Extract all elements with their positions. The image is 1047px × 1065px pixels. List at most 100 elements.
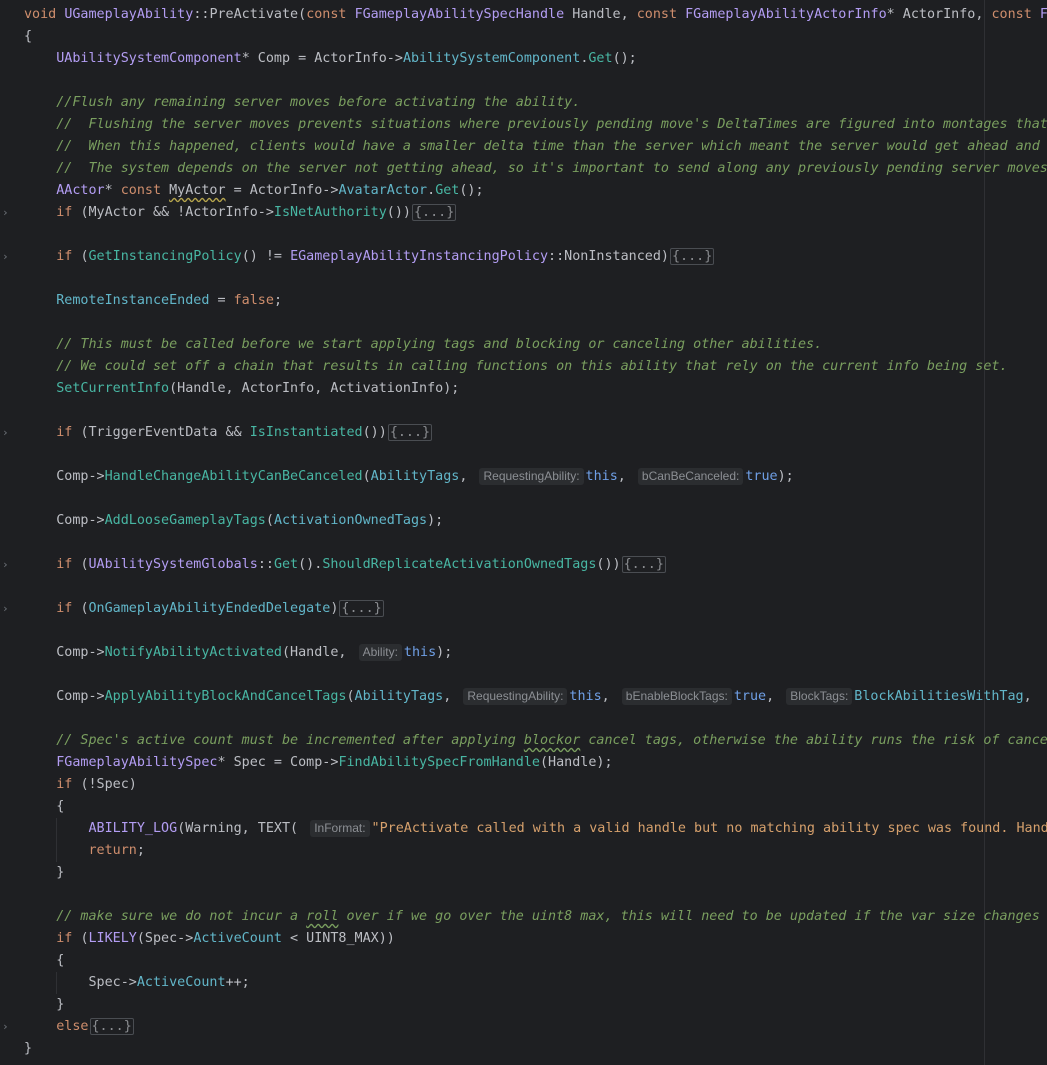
code-token: NotifyAbilityActivated <box>104 645 282 660</box>
code-token: ActivationOwnedTags <box>273 513 428 528</box>
code-token: true <box>745 469 778 484</box>
code-token: // Flushing the server moves prevents si… <box>56 117 1047 132</box>
code-line[interactable]: else {...} <box>24 1016 134 1038</box>
code-token: FGameplayAbilitySpec <box>56 755 218 770</box>
code-line[interactable]: if (TriggerEventData && IsInstantiated()… <box>24 422 433 444</box>
code-line[interactable]: // The system depends on the server not … <box>24 158 1047 180</box>
code-line[interactable]: if (MyActor && !ActorInfo->IsNetAuthorit… <box>24 202 457 224</box>
code-line[interactable]: } <box>24 862 64 884</box>
code-line[interactable]: { <box>24 950 64 972</box>
code-token: < UINT8_MAX)) <box>282 931 395 946</box>
code-line[interactable]: AActor* const MyActor = ActorInfo->Avata… <box>24 180 483 202</box>
code-line[interactable]: Comp->NotifyAbilityActivated(Handle, Abi… <box>24 642 452 664</box>
code-line[interactable]: SetCurrentInfo(Handle, ActorInfo, Activa… <box>24 378 459 400</box>
code-line[interactable]: if (LIKELY(Spec->ActiveCount < UINT8_MAX… <box>24 928 395 950</box>
code-token: PreActivate <box>209 7 299 22</box>
code-token: this <box>585 469 618 484</box>
code-editor[interactable]: › › › › › › void UGameplayAbility::PreActivat… <box>0 0 1047 1065</box>
code-token: SetCurrentInfo <box>56 381 170 396</box>
code-token: Handle, <box>564 7 637 22</box>
code-line[interactable]: if (!Spec) <box>24 774 137 796</box>
chevron-right-icon[interactable]: › <box>2 598 14 620</box>
code-token: ( <box>346 689 355 704</box>
code-token: void <box>24 7 65 22</box>
code-line[interactable]: // Flushing the server moves prevents si… <box>24 114 1047 136</box>
code-token: = ActorInfo-> <box>225 183 339 198</box>
chevron-right-icon[interactable]: › <box>2 1016 14 1038</box>
collapsed-block[interactable]: {...} <box>669 248 715 265</box>
code-token: ( <box>265 513 274 528</box>
code-line[interactable]: if (OnGameplayAbilityEndedDelegate) {...} <box>24 598 384 620</box>
code-line[interactable]: Spec->ActiveCount++; <box>24 972 249 994</box>
code-token: ; <box>273 293 282 308</box>
code-token: ::NonInstanced) <box>548 249 669 264</box>
code-token: , <box>617 469 634 484</box>
code-line[interactable]: // We could set off a chain that results… <box>24 356 1008 378</box>
code-token: Get <box>273 557 299 572</box>
code-token: EGameplayAbilityInstancingPolicy <box>290 249 549 264</box>
code-line[interactable]: RemoteInstanceEnded = false; <box>24 290 282 312</box>
code-line[interactable]: void UGameplayAbility::PreActivate(const… <box>24 4 1047 26</box>
code-line[interactable]: } <box>24 994 64 1016</box>
code-line[interactable]: if (UAbilitySystemGlobals::Get().ShouldR… <box>24 554 666 576</box>
code-token: * <box>104 183 121 198</box>
code-line[interactable]: { <box>24 26 32 48</box>
chevron-right-icon[interactable]: › <box>2 422 14 444</box>
code-line[interactable]: Comp->ApplyAbilityBlockAndCancelTags(Abi… <box>24 686 1040 708</box>
code-token: ( <box>80 249 89 264</box>
code-token: ()) <box>596 557 621 572</box>
collapsed-block[interactable]: {...} <box>387 424 433 441</box>
code-token: else <box>56 1019 89 1034</box>
code-token: this <box>403 645 437 660</box>
code-line[interactable]: if (GetInstancingPolicy() != EGameplayAb… <box>24 246 715 268</box>
code-token: if <box>56 205 81 220</box>
code-line[interactable]: // Spec's active count must be increment… <box>24 730 1047 752</box>
code-line[interactable]: return; <box>24 840 145 862</box>
code-token: MyActor <box>169 183 226 198</box>
code-token: AddLooseGameplayTags <box>104 513 266 528</box>
code-token: ActiveCount <box>136 975 226 990</box>
code-token: // We could set off a chain that results… <box>56 359 1008 374</box>
code-line[interactable]: Comp->AddLooseGameplayTags(ActivationOwn… <box>24 510 443 532</box>
code-line[interactable]: { <box>24 796 64 818</box>
code-line[interactable]: //Flush any remaining server moves befor… <box>24 92 580 114</box>
code-token: (Handle); <box>539 755 613 770</box>
code-token: // The system depends on the server not … <box>56 161 1047 176</box>
code-token: LIKELY <box>88 931 137 946</box>
code-token: = <box>209 293 234 308</box>
spelling-typo: blockor <box>523 733 581 748</box>
code-line[interactable]: Comp->HandleChangeAbilityCanBeCanceled(A… <box>24 466 794 488</box>
code-token: :: <box>257 557 274 572</box>
code-token: if <box>56 425 81 440</box>
code-line[interactable]: // make sure we do not incur a roll over… <box>24 906 1040 928</box>
code-line[interactable]: ABILITY_LOG(Warning, TEXT( InFormat: "Pre… <box>24 818 1047 840</box>
code-token: if <box>56 557 81 572</box>
chevron-right-icon[interactable]: › <box>2 202 14 224</box>
code-token: over if we go over the uint8 max, this w… <box>338 909 1040 924</box>
code-token: const <box>306 7 355 22</box>
collapsed-block[interactable]: {...} <box>89 1018 134 1035</box>
collapsed-block[interactable]: {...} <box>621 556 666 573</box>
collapsed-block[interactable]: {...} <box>411 204 457 221</box>
chevron-right-icon[interactable]: › <box>2 554 14 576</box>
code-token: OnGameplayAbilityEndedDelegate <box>88 601 331 616</box>
code-token: , <box>601 689 618 704</box>
chevron-right-icon[interactable]: › <box>2 246 14 268</box>
code-line[interactable]: UAbilitySystemComponent* Comp = ActorInf… <box>24 48 637 70</box>
code-token: ()) <box>362 425 387 440</box>
code-line[interactable]: // This must be called before we start a… <box>24 334 822 356</box>
code-line[interactable]: FGameplayAbilitySpec* Spec = Comp->FindA… <box>24 752 613 774</box>
code-line[interactable]: // When this happened, clients would hav… <box>24 136 1047 158</box>
collapsed-block[interactable]: {...} <box>339 600 384 617</box>
code-line[interactable]: } <box>24 1038 32 1060</box>
